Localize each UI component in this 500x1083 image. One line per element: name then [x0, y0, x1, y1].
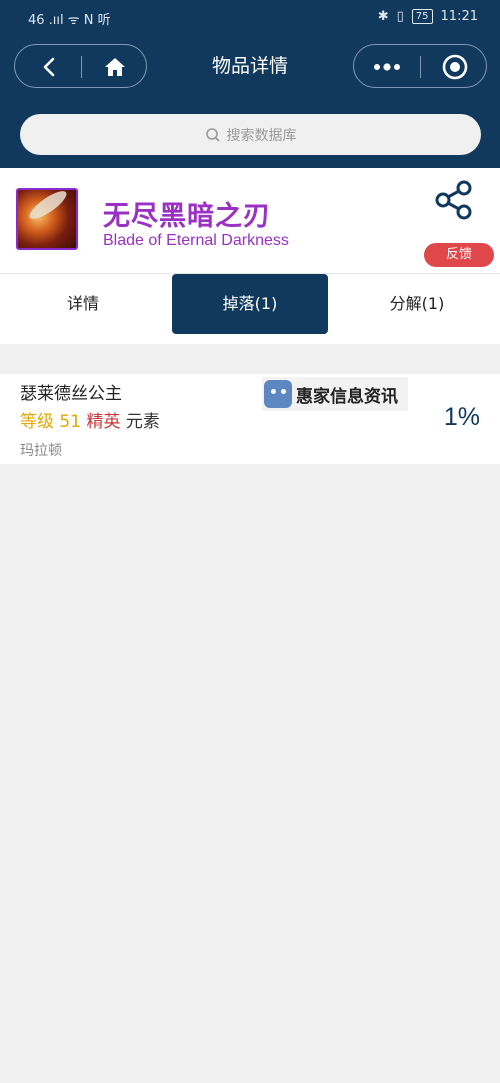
search-icon — [205, 127, 220, 142]
status-bar: 46 .ııl ᯤ N 听 ✱ ▯ 75 11:21 — [0, 0, 500, 36]
more-button[interactable] — [366, 45, 408, 89]
home-button[interactable] — [95, 45, 135, 89]
back-button[interactable] — [29, 45, 69, 89]
bluetooth-icon: ✱ — [377, 9, 389, 24]
drop-zone: 玛拉顿 — [20, 443, 62, 459]
close-miniprogram-button[interactable] — [434, 45, 476, 89]
creature-type: 元素 — [125, 412, 160, 432]
watermark-text: 惠家信息资讯 — [296, 386, 398, 407]
drop-rate: 1% — [443, 403, 480, 431]
battery-icon: 75 — [411, 9, 433, 24]
drop-source-name: 瑟莱德丝公主 — [20, 384, 122, 404]
drop-source-meta: 等级 51 精英 元素 — [20, 407, 160, 432]
item-image — [16, 188, 78, 250]
home-icon — [105, 58, 125, 76]
signal-indicators: 46 .ııl ᯤ N 听 — [28, 13, 111, 28]
nav-capsule-right — [353, 44, 487, 88]
item-name: 无尽黑暗之刃 — [103, 201, 271, 232]
nav-capsule-left — [14, 44, 147, 88]
level-value: 51 — [59, 412, 82, 432]
status-time: 11:21 — [440, 9, 478, 24]
search-placeholder: 搜索数据库 — [226, 127, 297, 144]
vibrate-icon: ▯ — [396, 9, 404, 24]
level-label: 等级 — [20, 412, 54, 432]
item-english-name: Blade of Eternal Darkness — [103, 232, 289, 249]
watermark-logo-icon — [264, 380, 292, 408]
rank-label: 精英 — [86, 412, 121, 432]
page-title: 物品详情 — [211, 55, 288, 77]
top-bar: 46 .ııl ᯤ N 听 ✱ ▯ 75 11:21 物品详情 搜索数据库 — [0, 0, 500, 168]
drop-list-item[interactable]: 瑟莱德丝公主 等级 51 精英 元素 玛拉顿 1% — [0, 374, 500, 464]
tab-bar: 详情 掉落(1) 分解(1) — [0, 273, 500, 344]
more-icon — [374, 63, 400, 71]
back-icon — [43, 57, 55, 77]
navigation-bar: 物品详情 — [0, 44, 500, 92]
share-icon[interactable] — [434, 180, 474, 220]
tab-disenchant[interactable]: 分解(1) — [342, 274, 492, 334]
target-icon — [442, 54, 468, 80]
search-input[interactable]: 搜索数据库 — [20, 114, 481, 155]
watermark: 惠家信息资讯 — [262, 377, 408, 411]
tab-details[interactable]: 详情 — [8, 274, 158, 334]
tab-drops[interactable]: 掉落(1) — [172, 274, 328, 334]
feedback-button[interactable]: 反馈 — [424, 243, 494, 267]
